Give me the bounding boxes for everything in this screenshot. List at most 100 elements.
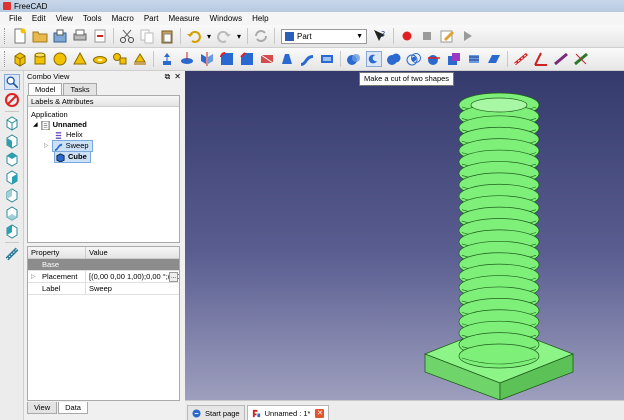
- menu-windows[interactable]: Windows: [205, 14, 247, 23]
- expand-arrow-icon[interactable]: ▷: [44, 141, 49, 151]
- boolean-common-icon[interactable]: [406, 51, 422, 67]
- export-pdf-icon[interactable]: [92, 28, 108, 44]
- part-revolve-icon[interactable]: [179, 51, 195, 67]
- part-ruled-surface-icon[interactable]: [259, 51, 275, 67]
- undo-icon[interactable]: [186, 28, 202, 44]
- tree-item-helix[interactable]: Helix: [54, 130, 83, 140]
- tab-data[interactable]: Data: [58, 402, 88, 414]
- macro-record-icon[interactable]: [399, 28, 415, 44]
- tab-start-page[interactable]: Start page: [187, 405, 245, 420]
- part-cylinder-icon[interactable]: [32, 51, 48, 67]
- part-torus-icon[interactable]: [92, 51, 108, 67]
- copy-icon[interactable]: [139, 28, 155, 44]
- paste-icon[interactable]: [159, 28, 175, 44]
- close-icon[interactable]: ✕: [174, 72, 181, 82]
- menu-edit[interactable]: Edit: [27, 14, 51, 23]
- tab-model[interactable]: Model: [28, 83, 63, 95]
- view-front-icon[interactable]: [4, 133, 20, 149]
- print-icon[interactable]: [72, 28, 88, 44]
- collapse-arrow-icon[interactable]: ◢: [33, 120, 38, 130]
- boolean-section-icon[interactable]: [426, 51, 442, 67]
- undock-icon[interactable]: ⧉: [165, 72, 171, 82]
- whats-this-icon[interactable]: ?: [372, 28, 388, 44]
- part-offset-icon[interactable]: [319, 51, 335, 67]
- measure-linear-icon[interactable]: [513, 51, 529, 67]
- part-thickness-icon[interactable]: [486, 51, 502, 67]
- property-header: Property Value: [28, 247, 179, 259]
- tab-view[interactable]: View: [27, 402, 58, 414]
- part-shape-builder-icon[interactable]: [132, 51, 148, 67]
- tree-item-cube[interactable]: Cube: [54, 151, 91, 163]
- view-part-toolbar: [0, 48, 624, 71]
- part-primitives-icon[interactable]: [112, 51, 128, 67]
- redo-dropdown-icon[interactable]: ▾: [236, 28, 242, 44]
- 3d-view[interactable]: [185, 71, 624, 400]
- 3d-scene[interactable]: [185, 71, 624, 400]
- placement-edit-button[interactable]: ...: [169, 272, 178, 282]
- expand-arrow-icon[interactable]: ▷: [31, 271, 36, 283]
- close-tab-icon[interactable]: ✕: [315, 408, 325, 418]
- refresh-icon[interactable]: [253, 28, 269, 44]
- new-document-icon[interactable]: [12, 28, 28, 44]
- menu-view[interactable]: View: [51, 14, 78, 23]
- property-group-base[interactable]: Base: [28, 259, 179, 271]
- workbench-selector[interactable]: Part ▼: [281, 28, 367, 44]
- part-extrude-icon[interactable]: [159, 51, 175, 67]
- open-folder-icon[interactable]: [32, 28, 48, 44]
- compound-icon[interactable]: [446, 51, 462, 67]
- helix-top-face: [470, 97, 528, 113]
- tree-header: Labels & Attributes: [28, 96, 179, 107]
- redo-icon[interactable]: [216, 28, 232, 44]
- property-row-placement[interactable]: ▷ Placement [(0,00 0,00 1,00);0,00 °;(0,0…: [28, 271, 179, 283]
- measure-clear-icon[interactable]: [573, 51, 589, 67]
- view-right-icon[interactable]: [4, 169, 20, 185]
- sweep-shape[interactable]: [458, 92, 540, 369]
- property-tabs: View Data: [27, 402, 89, 414]
- view-rear-icon[interactable]: [4, 187, 20, 203]
- part-cross-sections-icon[interactable]: [466, 51, 482, 67]
- part-loft-icon[interactable]: [279, 51, 295, 67]
- save-icon[interactable]: [52, 28, 68, 44]
- part-chamfer-icon[interactable]: [239, 51, 255, 67]
- menu-help[interactable]: Help: [247, 14, 273, 23]
- view-left-icon[interactable]: [4, 223, 20, 239]
- view-isometric-icon[interactable]: [4, 115, 20, 131]
- tree-item-document[interactable]: ◢ Unnamed: [33, 120, 87, 130]
- helix-icon: [55, 131, 62, 139]
- property-row-label[interactable]: Label Sweep: [28, 283, 179, 295]
- menu-file[interactable]: File: [4, 14, 27, 23]
- part-cone-icon[interactable]: [72, 51, 88, 67]
- menu-part[interactable]: Part: [139, 14, 164, 23]
- menu-macro[interactable]: Macro: [107, 14, 139, 23]
- measure-distance-icon[interactable]: [4, 246, 20, 262]
- view-bottom-icon[interactable]: [4, 205, 20, 221]
- sweep-icon: [54, 143, 62, 151]
- tab-unnamed-document[interactable]: Unnamed : 1* ✕: [246, 405, 330, 420]
- menu-tools[interactable]: Tools: [78, 14, 107, 23]
- part-fillet-icon[interactable]: [219, 51, 235, 67]
- undo-dropdown-icon[interactable]: ▾: [206, 28, 212, 44]
- macro-editor-icon[interactable]: [439, 28, 455, 44]
- macro-execute-icon[interactable]: [459, 28, 475, 44]
- measure-refresh-icon[interactable]: [553, 51, 569, 67]
- macro-stop-icon[interactable]: [419, 28, 435, 44]
- cut-icon[interactable]: [119, 28, 135, 44]
- fit-all-icon[interactable]: [3, 74, 20, 90]
- boolean-icon[interactable]: [346, 51, 362, 67]
- tooltip: Make a cut of two shapes: [359, 72, 455, 86]
- measure-angular-icon[interactable]: [533, 51, 549, 67]
- part-sweep-icon[interactable]: [299, 51, 315, 67]
- tree-item-sweep[interactable]: ▷ Sweep: [44, 140, 93, 152]
- placement-value: [(0,00 0,00 1,00);0,00 °;(0,0: [89, 272, 179, 281]
- title-bar: FreeCAD: [0, 0, 624, 12]
- part-sphere-icon[interactable]: [52, 51, 68, 67]
- label-value[interactable]: Sweep: [86, 283, 179, 294]
- boolean-cut-icon[interactable]: [366, 51, 382, 67]
- view-top-icon[interactable]: [4, 151, 20, 167]
- part-box-icon[interactable]: [12, 51, 28, 67]
- boolean-union-icon[interactable]: [386, 51, 402, 67]
- tab-tasks[interactable]: Tasks: [63, 83, 97, 95]
- menu-measure[interactable]: Measure: [163, 14, 204, 23]
- part-mirror-icon[interactable]: [199, 51, 215, 67]
- draw-style-icon[interactable]: [4, 92, 20, 108]
